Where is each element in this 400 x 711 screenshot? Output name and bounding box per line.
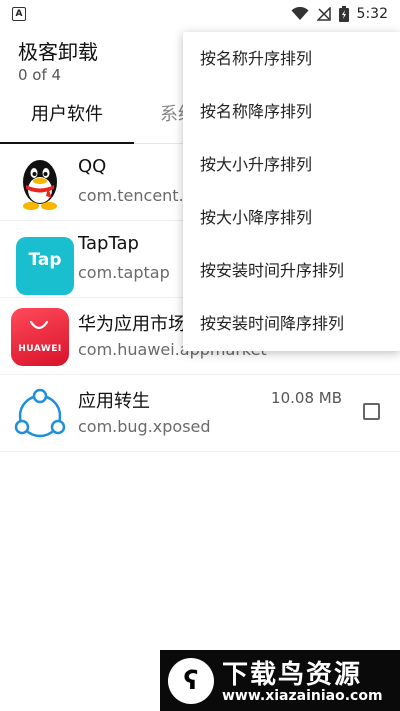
watermark: ʕ 下载鸟资源 www.xiazainiao.com — [160, 650, 400, 711]
app-name: 应用转生 — [78, 391, 150, 412]
menu-item-name-desc[interactable]: 按名称降序排列 — [183, 85, 400, 138]
tab-user-apps[interactable]: 用户软件 — [0, 90, 134, 144]
battery-icon — [338, 6, 349, 22]
app-name: TapTap — [78, 233, 139, 254]
watermark-title: 下载鸟资源 — [222, 660, 363, 690]
app-name: 华为应用市场 — [78, 314, 186, 335]
bird-logo-icon: ʕ — [168, 658, 214, 704]
menu-item-name-asc[interactable]: 按名称升序排列 — [183, 32, 400, 85]
app-size: 10.08 MB — [271, 389, 342, 407]
app-package: com.taptap — [78, 263, 170, 282]
menu-item-size-asc[interactable]: 按大小升序排列 — [183, 138, 400, 191]
huawei-icon-text: HUAWEI — [18, 344, 62, 354]
list-item[interactable]: 应用转生 com.bug.xposed 10.08 MB — [0, 375, 400, 452]
menu-item-size-desc[interactable]: 按大小降序排列 — [183, 191, 400, 244]
app-package: com.bug.xposed — [78, 417, 211, 436]
select-checkbox[interactable] — [363, 403, 380, 420]
app-package: com.tencent. — [78, 186, 184, 205]
no-signal-icon — [316, 7, 331, 21]
clock: 5:32 — [356, 6, 388, 22]
wifi-icon — [291, 7, 309, 20]
huawei-icon: HUAWEI — [11, 308, 69, 366]
app-name: QQ — [78, 156, 107, 177]
watermark-url: www.xiazainiao.com — [222, 688, 383, 704]
selection-count: 0 of 4 — [18, 66, 62, 84]
qq-penguin-icon — [23, 160, 57, 210]
status-bar: A 5:32 — [0, 0, 400, 28]
menu-item-install-time-asc[interactable]: 按安装时间升序排列 — [183, 244, 400, 297]
share-circle-icon — [14, 388, 66, 438]
taptap-icon: Tap — [16, 237, 74, 295]
app-title: 极客卸载 — [18, 40, 98, 64]
notification-a-icon: A — [12, 7, 26, 21]
menu-item-install-time-desc[interactable]: 按安装时间降序排列 — [183, 297, 400, 350]
sort-menu: 按名称升序排列 按名称降序排列 按大小升序排列 按大小降序排列 按安装时间升序排… — [183, 32, 400, 351]
